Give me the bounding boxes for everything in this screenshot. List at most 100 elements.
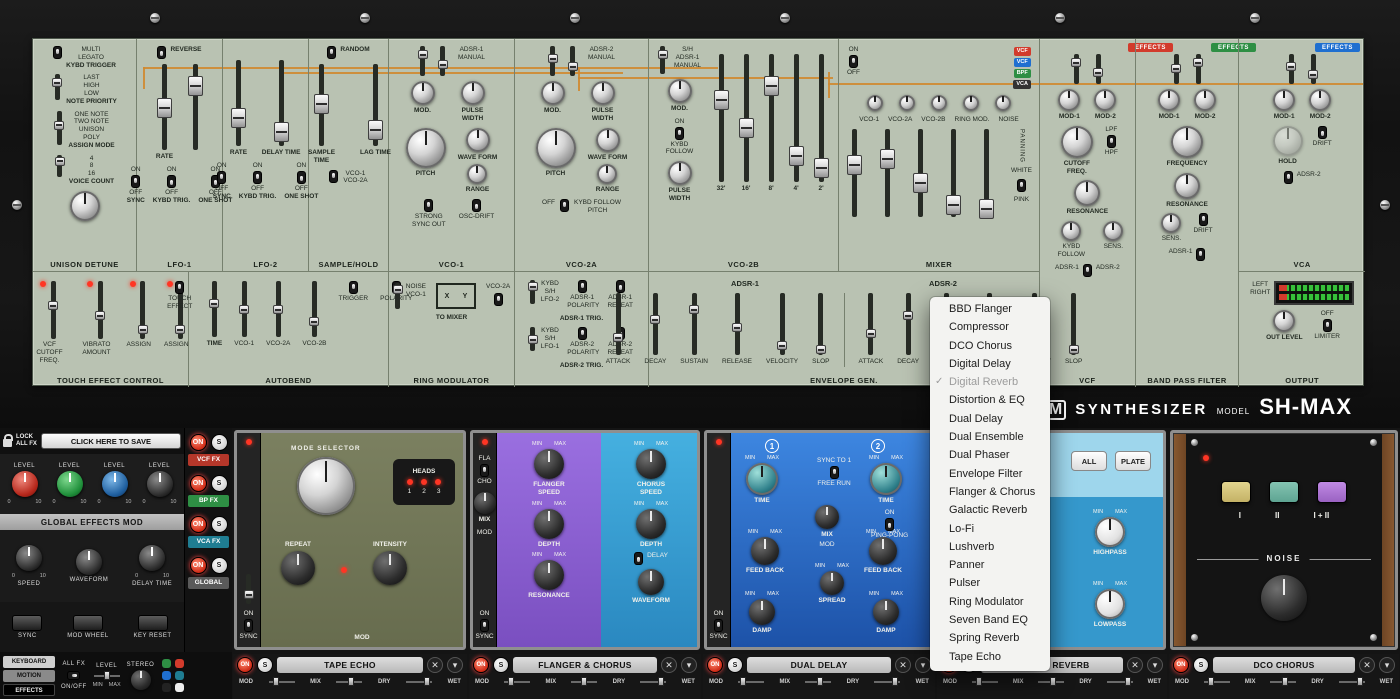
- feedback-2-knob[interactable]: [869, 537, 897, 565]
- mod-mini-slider[interactable]: [269, 677, 295, 686]
- flanger-speed-knob[interactable]: [534, 449, 564, 479]
- chevron-down-icon[interactable]: ▾: [681, 657, 697, 673]
- chevron-down-icon[interactable]: ▾: [1379, 657, 1395, 673]
- env-slider[interactable]: [903, 293, 913, 355]
- drift-toggle[interactable]: [1318, 126, 1327, 139]
- mod-source-selector[interactable]: [548, 46, 558, 76]
- mode-i-button[interactable]: [1221, 481, 1251, 503]
- unison-detune-knob[interactable]: [70, 191, 100, 221]
- bus-on-button[interactable]: ON: [190, 434, 207, 451]
- sync-mode-toggle[interactable]: [830, 466, 839, 479]
- fx-solo-button[interactable]: S: [493, 657, 509, 673]
- env-selector[interactable]: [438, 46, 448, 76]
- resonance-knob[interactable]: [534, 560, 564, 590]
- bp-fx-level-knob[interactable]: [57, 471, 83, 497]
- pulse-width-knob[interactable]: [461, 81, 485, 105]
- ring-source-toggle[interactable]: [494, 293, 503, 306]
- chevron-down-icon[interactable]: ▾: [1147, 657, 1163, 673]
- fx-select[interactable]: DCO CHORUS: [1213, 657, 1355, 673]
- osc-drift-toggle[interactable]: [472, 199, 481, 212]
- vcf-fx-level-knob[interactable]: [12, 471, 38, 497]
- voice-count-selector[interactable]: [55, 155, 65, 177]
- mod-waveform-knob[interactable]: [76, 549, 102, 575]
- drywet-mini-slider[interactable]: [406, 677, 432, 686]
- touch-slider[interactable]: [48, 281, 58, 339]
- bus-solo-button[interactable]: S: [211, 516, 228, 533]
- note-priority-selector[interactable]: [52, 74, 62, 100]
- menu-item[interactable]: Lushverb: [930, 538, 1050, 556]
- mod-knob[interactable]: [541, 81, 565, 105]
- menu-item[interactable]: Dual Delay: [930, 410, 1050, 428]
- touch-slider[interactable]: [95, 281, 105, 339]
- repeat-toggle[interactable]: [616, 280, 625, 293]
- chevron-down-icon[interactable]: ▾: [447, 657, 463, 673]
- close-icon[interactable]: ✕: [1127, 657, 1143, 673]
- depth-slider[interactable]: [309, 281, 319, 337]
- pan-knob[interactable]: [867, 95, 883, 111]
- footage-slider[interactable]: [763, 54, 779, 182]
- assign-mode-selector[interactable]: [54, 111, 64, 145]
- vca-fx-level-knob[interactable]: [102, 471, 128, 497]
- fx-on-button[interactable]: ON: [1173, 657, 1189, 673]
- spread-knob[interactable]: [820, 571, 844, 595]
- menu-item[interactable]: Tape Echo: [930, 648, 1050, 666]
- color-dot[interactable]: [162, 683, 171, 692]
- mod-source-selector[interactable]: [658, 46, 668, 74]
- menu-item[interactable]: Compressor: [930, 318, 1050, 336]
- all-fx-toggle[interactable]: [67, 671, 80, 680]
- mode-selector-knob[interactable]: [297, 457, 355, 515]
- highpass-knob[interactable]: [1095, 517, 1125, 547]
- sens-knob[interactable]: [1161, 213, 1181, 233]
- menu-item[interactable]: Lo-Fi: [930, 520, 1050, 538]
- bus-on-button[interactable]: ON: [190, 557, 207, 574]
- damp-2-knob[interactable]: [873, 599, 899, 625]
- damp-1-knob[interactable]: [749, 599, 775, 625]
- menu-item[interactable]: BBD Flanger: [930, 300, 1050, 318]
- fla-cho-toggle[interactable]: [480, 464, 489, 477]
- sync-toggle[interactable]: [217, 171, 226, 184]
- env-selector[interactable]: [568, 46, 578, 76]
- mixer-on-toggle[interactable]: [849, 55, 858, 68]
- keyboard-button[interactable]: KEYBOARD: [3, 656, 55, 668]
- repeat-knob[interactable]: [281, 551, 315, 585]
- limiter-toggle[interactable]: [1323, 319, 1332, 332]
- motion-button[interactable]: MOTION: [3, 670, 55, 682]
- mod-mini-slider[interactable]: [1204, 677, 1230, 686]
- mod-mini-slider[interactable]: [738, 677, 764, 686]
- noise-color-toggle[interactable]: [1017, 179, 1026, 192]
- menu-item-selected[interactable]: ✓Digital Reverb: [930, 373, 1050, 391]
- mod-mini-slider[interactable]: [972, 677, 998, 686]
- mod1-knob[interactable]: [1273, 89, 1295, 111]
- menu-item[interactable]: Dual Ensemble: [930, 428, 1050, 446]
- env-select-toggle[interactable]: [1083, 264, 1092, 277]
- env-slider[interactable]: [732, 293, 742, 355]
- mode-ii-button[interactable]: [1269, 481, 1299, 503]
- fx-on-button[interactable]: ON: [707, 657, 723, 673]
- fx-solo-button[interactable]: S: [257, 657, 273, 673]
- env-slider[interactable]: [866, 293, 876, 355]
- trig-source-selector[interactable]: [528, 327, 538, 351]
- mod-source-selector[interactable]: [1286, 54, 1296, 84]
- save-button[interactable]: CLICK HERE TO SAVE: [41, 433, 181, 449]
- pan-knob[interactable]: [995, 95, 1011, 111]
- drywet-mini-slider[interactable]: [640, 677, 666, 686]
- filter-mode-toggle[interactable]: [1107, 135, 1116, 148]
- mixer-level-slider[interactable]: [945, 129, 961, 217]
- fx-solo-button[interactable]: S: [727, 657, 743, 673]
- global-fx-level-knob[interactable]: [147, 471, 173, 497]
- polarity-toggle[interactable]: [578, 327, 587, 340]
- random-toggle[interactable]: [327, 46, 336, 59]
- fx-select[interactable]: FLANGER & CHORUS: [513, 657, 657, 673]
- strong-sync-toggle[interactable]: [424, 199, 433, 212]
- mod-source-selector[interactable]: [1093, 54, 1103, 84]
- mod-speed-knob[interactable]: [16, 545, 42, 571]
- time-slider[interactable]: [209, 281, 219, 337]
- pan-knob[interactable]: [931, 95, 947, 111]
- close-icon[interactable]: ✕: [895, 657, 911, 673]
- menu-item[interactable]: Envelope Filter: [930, 465, 1050, 483]
- menu-item[interactable]: Spring Reverb: [930, 629, 1050, 647]
- pulse-width-knob[interactable]: [668, 161, 692, 185]
- resonance-knob[interactable]: [1074, 180, 1100, 206]
- chorus-depth-knob[interactable]: [636, 509, 666, 539]
- mod-source-selector[interactable]: [1193, 54, 1203, 84]
